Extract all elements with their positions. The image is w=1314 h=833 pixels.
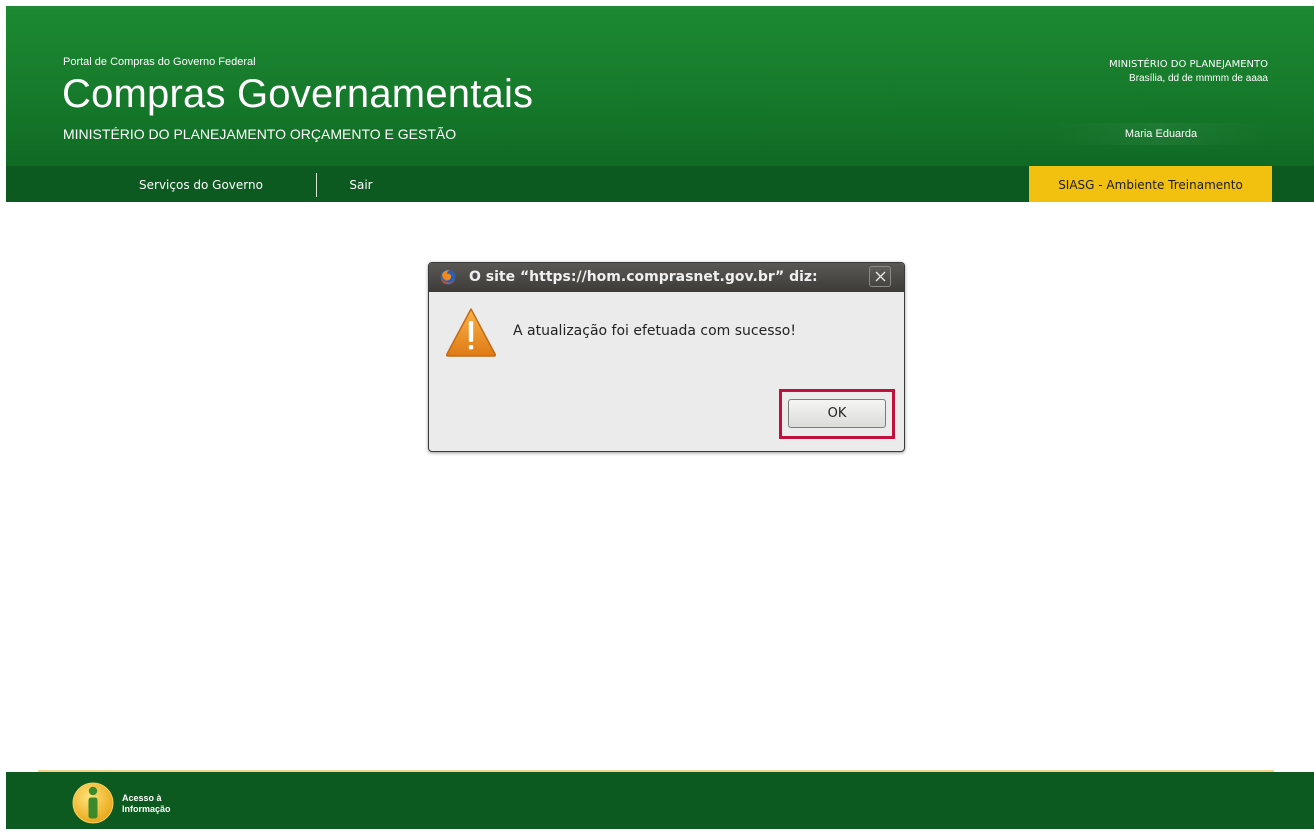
- nav-logout-link[interactable]: Sair: [341, 166, 381, 202]
- ok-button[interactable]: OK: [788, 399, 886, 428]
- alert-dialog: O site “https://hom.comprasnet.gov.br” d…: [428, 262, 905, 452]
- access-info-label[interactable]: Acesso à Informação: [122, 793, 182, 815]
- firefox-icon: [440, 269, 456, 285]
- nav-bar: Serviços do Governo Sair SIASG - Ambient…: [6, 166, 1314, 202]
- site-header: Portal de Compras do Governo Federal Com…: [6, 6, 1314, 166]
- nav-divider: [316, 173, 317, 197]
- ministry-right-label: MINISTÉRIO DO PLANEJAMENTO: [1109, 59, 1268, 70]
- date-line: Brasília, dd de mmmm de aaaa: [1129, 73, 1268, 84]
- nav-services-link[interactable]: Serviços do Governo: [86, 166, 316, 202]
- dialog-title: O site “https://hom.comprasnet.gov.br” d…: [469, 269, 818, 285]
- site-title[interactable]: Compras Governamentais: [62, 72, 533, 116]
- ministry-info: MINISTÉRIO DO PLANEJAMENTO Brasília, dd …: [1109, 58, 1268, 86]
- environment-badge: SIASG - Ambiente Treinamento: [1029, 166, 1272, 202]
- portal-label: Portal de Compras do Governo Federal: [63, 56, 256, 68]
- dialog-titlebar[interactable]: O site “https://hom.comprasnet.gov.br” d…: [429, 263, 904, 292]
- dialog-close-button[interactable]: [869, 266, 891, 287]
- close-icon: [875, 271, 886, 282]
- ministry-label: MINISTÉRIO DO PLANEJAMENTO ORÇAMENTO E G…: [63, 126, 457, 142]
- info-icon[interactable]: [72, 777, 114, 829]
- user-name: Maria Eduarda: [1051, 123, 1271, 145]
- warning-icon: [445, 306, 497, 358]
- site-footer: Acesso à Informação: [6, 772, 1314, 829]
- dialog-message: A atualização foi efetuada com sucesso!: [513, 323, 796, 339]
